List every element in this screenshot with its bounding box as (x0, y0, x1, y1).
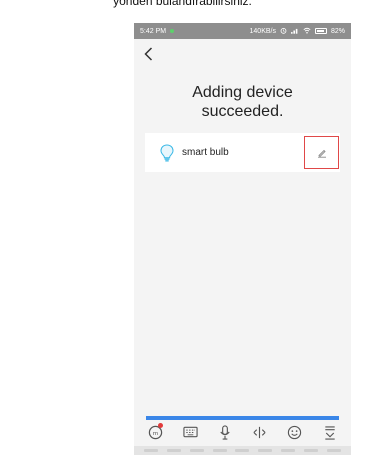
collapse-keyboard-icon (324, 425, 335, 440)
device-card[interactable]: smart bulb (145, 133, 340, 172)
key-placeholder (280, 449, 295, 452)
key-placeholder (303, 449, 318, 452)
battery-icon (314, 28, 327, 34)
svg-text:m: m (153, 430, 158, 436)
key-placeholder (235, 449, 250, 452)
voice-input-button[interactable] (216, 423, 234, 441)
title-line-1: Adding device (192, 84, 293, 101)
alarm-icon (280, 27, 287, 36)
collapse-keyboard-button[interactable] (321, 423, 339, 441)
battery-level: 82% (330, 27, 345, 35)
cursor-move-icon (253, 426, 266, 438)
status-time: 5:42 PM (140, 27, 167, 35)
signal-icon (290, 27, 299, 36)
key-placeholder (258, 449, 273, 452)
keyboard-icon (183, 426, 198, 438)
status-bar: 5:42 PM 140KB/s 82% (134, 23, 351, 39)
cursor-move-button[interactable] (251, 423, 269, 441)
emoji-button[interactable] (286, 423, 304, 441)
key-placeholder (212, 449, 227, 452)
device-name: smart bulb (182, 147, 229, 158)
status-indicator-dot (170, 29, 175, 33)
back-button[interactable] (140, 45, 156, 63)
ai-assistant-button[interactable]: m (146, 423, 164, 441)
phone-screen: 5:42 PM 140KB/s 82% Adding device succee… (134, 23, 351, 455)
bulb-icon (160, 143, 174, 161)
keyboard-button[interactable] (181, 423, 199, 441)
network-speed: 140KB/s (249, 27, 276, 35)
pencil-icon (317, 149, 326, 158)
microphone-icon (220, 424, 230, 440)
input-accent-bar (146, 416, 339, 420)
wifi-icon (303, 27, 311, 36)
emoji-icon (288, 425, 302, 439)
title-line-2: succeeded. (201, 103, 284, 120)
keyboard-toolbar: m (134, 421, 351, 443)
status-left: 5:42 PM (140, 27, 175, 35)
keyboard-strip (134, 446, 351, 455)
key-placeholder (144, 449, 159, 452)
chevron-left-icon (143, 47, 152, 61)
key-placeholder (326, 449, 341, 452)
page-title: Adding device succeeded. (134, 83, 351, 121)
edit-device-name-button[interactable] (304, 136, 339, 169)
page-caption: yönden bulandırabilirsiniz. (113, 0, 252, 8)
status-right: 140KB/s 82% (250, 27, 345, 36)
key-placeholder (189, 449, 204, 452)
key-placeholder (167, 449, 182, 452)
